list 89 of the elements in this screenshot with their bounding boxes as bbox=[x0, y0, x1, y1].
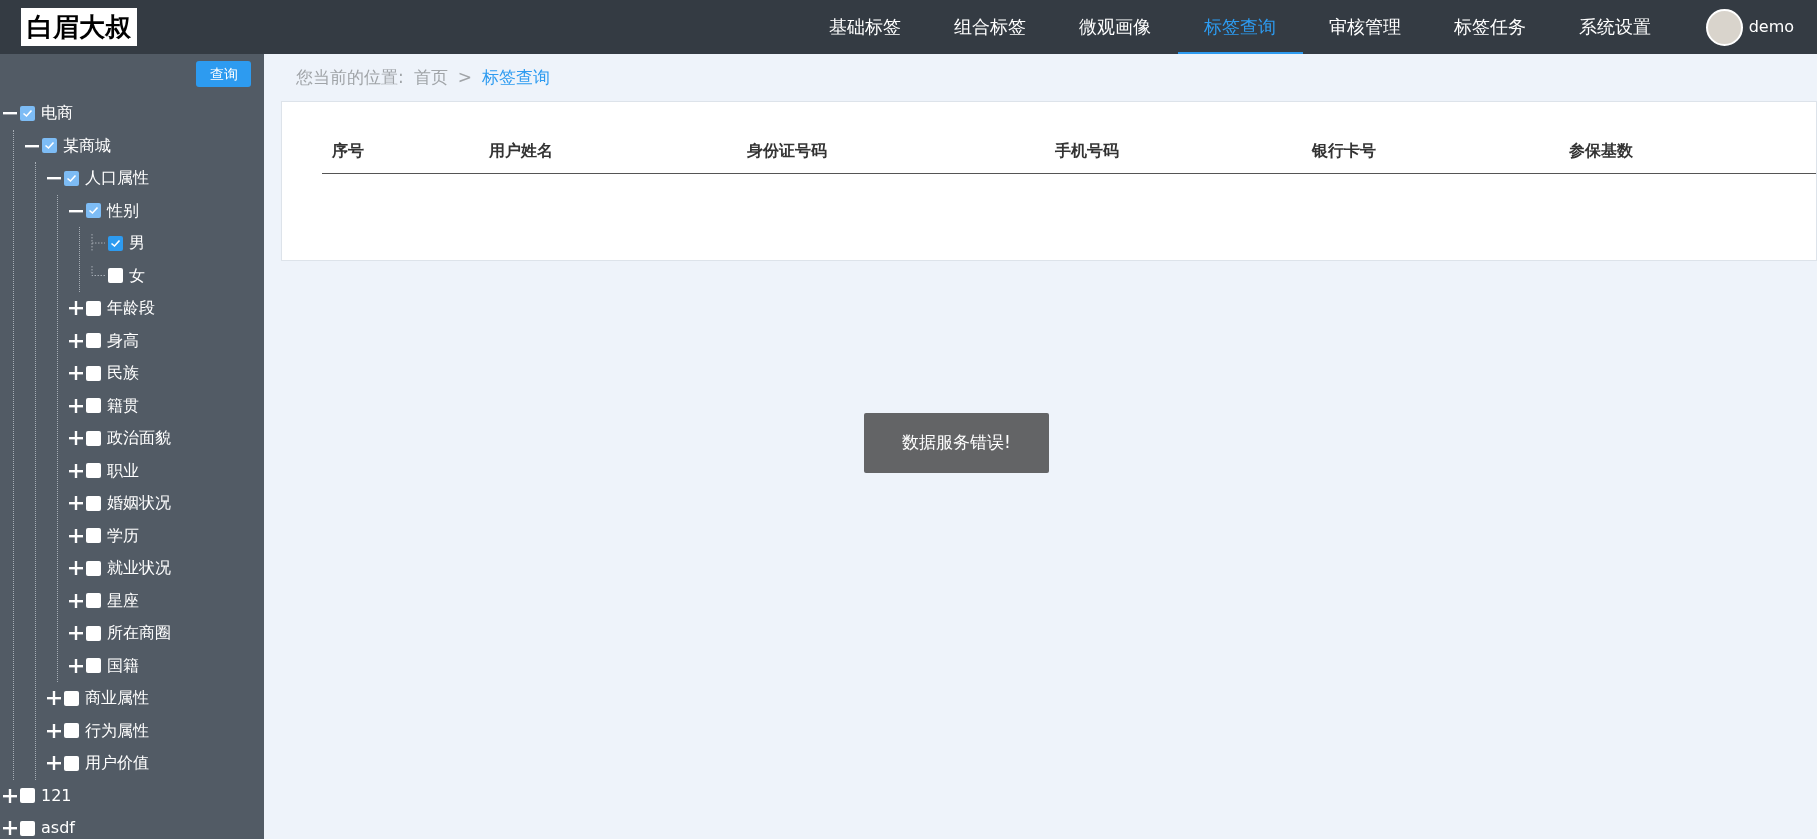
checkbox[interactable] bbox=[86, 300, 101, 316]
breadcrumb-separator: > bbox=[457, 65, 472, 89]
check-icon bbox=[22, 108, 33, 118]
tree-item[interactable]: 学历 bbox=[107, 523, 139, 548]
expand-icon[interactable] bbox=[69, 561, 83, 576]
avatar[interactable] bbox=[1705, 8, 1743, 46]
checkbox[interactable] bbox=[86, 333, 101, 349]
expand-icon[interactable] bbox=[3, 788, 17, 803]
check-icon bbox=[66, 173, 77, 183]
breadcrumb-label: 您当前的位置: bbox=[296, 65, 404, 89]
logo: 白眉大叔 bbox=[21, 8, 137, 46]
tree-item[interactable]: 职业 bbox=[107, 458, 139, 483]
checkbox[interactable] bbox=[64, 723, 79, 739]
tree-item[interactable]: 男 bbox=[129, 231, 145, 256]
column-header: 银行卡号 bbox=[1310, 140, 1377, 162]
nav-tab[interactable]: 微观画像 bbox=[1052, 0, 1178, 54]
tree-item[interactable]: 国籍 bbox=[107, 653, 139, 678]
tree-item[interactable]: 某商城 bbox=[63, 133, 111, 158]
checkbox[interactable] bbox=[86, 625, 101, 641]
column-header: 用户姓名 bbox=[488, 140, 555, 162]
tree-item[interactable]: 籍贯 bbox=[107, 393, 139, 418]
expand-icon[interactable] bbox=[69, 366, 83, 381]
column-header: 手机号码 bbox=[1053, 140, 1120, 162]
tree-item[interactable]: 婚姻状况 bbox=[107, 491, 171, 516]
expand-icon[interactable] bbox=[47, 691, 61, 706]
checkbox[interactable] bbox=[108, 235, 123, 251]
expand-icon[interactable] bbox=[69, 301, 83, 316]
expand-icon[interactable] bbox=[69, 496, 83, 511]
checkbox[interactable] bbox=[20, 105, 35, 121]
tree-connector-icon bbox=[91, 265, 105, 276]
checkbox[interactable] bbox=[86, 528, 101, 544]
tree-item[interactable]: 人口属性 bbox=[85, 166, 149, 191]
checkbox[interactable] bbox=[64, 690, 79, 706]
column-header: 身份证号码 bbox=[745, 140, 828, 162]
nav-tab[interactable]: 标签查询 bbox=[1177, 0, 1303, 54]
expand-icon[interactable] bbox=[69, 463, 83, 478]
nav-tab[interactable]: 系统设置 bbox=[1552, 0, 1678, 54]
checkbox[interactable] bbox=[86, 593, 101, 609]
expand-icon[interactable] bbox=[69, 528, 83, 543]
user-name[interactable]: demo bbox=[1748, 15, 1794, 39]
tree-item[interactable]: asdf bbox=[41, 816, 75, 839]
tree-connector-icon bbox=[91, 234, 105, 253]
tree-item[interactable]: 就业状况 bbox=[107, 556, 171, 581]
tree-item[interactable]: 121 bbox=[41, 783, 72, 808]
expand-icon[interactable] bbox=[69, 626, 83, 641]
checkbox[interactable] bbox=[86, 495, 101, 511]
checkbox[interactable] bbox=[86, 560, 101, 576]
expand-icon[interactable] bbox=[47, 756, 61, 771]
checkbox[interactable] bbox=[86, 365, 101, 381]
tree-item[interactable]: 电商 bbox=[41, 101, 73, 126]
tree-item[interactable]: 身高 bbox=[107, 328, 139, 353]
tree-item[interactable]: 商业属性 bbox=[85, 686, 149, 711]
expand-icon[interactable] bbox=[3, 821, 17, 836]
column-header: 参保基数 bbox=[1567, 140, 1634, 162]
tree-item[interactable]: 星座 bbox=[107, 588, 139, 613]
check-icon bbox=[88, 206, 99, 216]
tree-item[interactable]: 行为属性 bbox=[85, 718, 149, 743]
check-icon bbox=[110, 238, 121, 248]
tree-item[interactable]: 用户价值 bbox=[85, 751, 149, 776]
tree-item[interactable]: 民族 bbox=[107, 361, 139, 386]
checkbox[interactable] bbox=[86, 658, 101, 674]
expand-icon[interactable] bbox=[69, 398, 83, 413]
checkbox[interactable] bbox=[64, 755, 79, 771]
checkbox[interactable] bbox=[86, 463, 101, 479]
column-header: 序号 bbox=[331, 140, 365, 162]
checkbox[interactable] bbox=[108, 268, 123, 284]
checkbox[interactable] bbox=[86, 203, 101, 219]
nav-tab[interactable]: 组合标签 bbox=[927, 0, 1053, 54]
expand-icon[interactable] bbox=[69, 431, 83, 446]
checkbox[interactable] bbox=[86, 430, 101, 446]
tree-item[interactable]: 女 bbox=[129, 263, 145, 288]
checkbox[interactable] bbox=[42, 138, 57, 154]
error-toast: 数据服务错误! bbox=[864, 413, 1049, 473]
tree-item[interactable]: 政治面貌 bbox=[107, 426, 171, 451]
expand-icon[interactable] bbox=[69, 593, 83, 608]
checkbox[interactable] bbox=[20, 788, 35, 804]
checkbox[interactable] bbox=[20, 820, 35, 836]
tree-item[interactable]: 年龄段 bbox=[107, 296, 155, 321]
nav-tab[interactable]: 标签任务 bbox=[1427, 0, 1553, 54]
nav-tab[interactable]: 基础标签 bbox=[802, 0, 928, 54]
check-icon bbox=[44, 141, 55, 151]
expand-icon[interactable] bbox=[69, 658, 83, 673]
nav-tab[interactable]: 审核管理 bbox=[1302, 0, 1428, 54]
checkbox[interactable] bbox=[86, 398, 101, 414]
expand-icon[interactable] bbox=[69, 333, 83, 348]
tree-item[interactable]: 性别 bbox=[107, 198, 139, 223]
expand-icon[interactable] bbox=[47, 723, 61, 738]
checkbox[interactable] bbox=[64, 170, 79, 186]
tree-item[interactable]: 所在商圈 bbox=[107, 621, 171, 646]
